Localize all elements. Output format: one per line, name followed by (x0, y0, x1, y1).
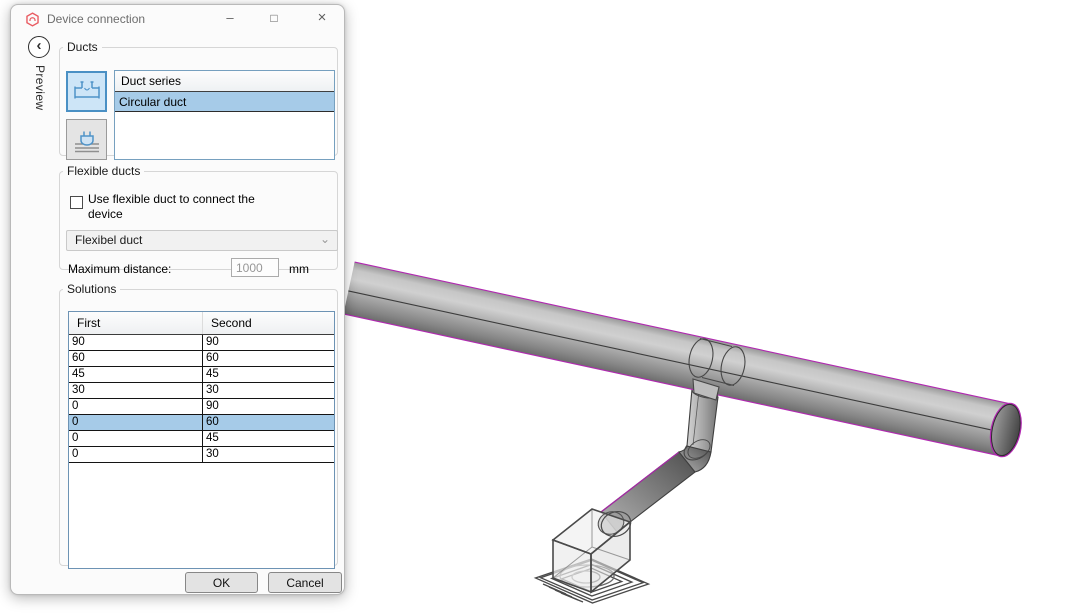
ducts-group-label: Ducts (63, 40, 102, 54)
table-row[interactable]: 9090 (69, 335, 334, 351)
duct-list-header: Duct series (115, 71, 334, 92)
application-window: Device connection – □ × ‹ Preview Ducts (0, 0, 1077, 616)
main-circular-duct[interactable] (343, 262, 1025, 459)
table-row[interactable]: 3030 (69, 383, 334, 399)
duct-series-list[interactable]: Duct series Circular duct (114, 70, 335, 160)
table-cell: 45 (203, 431, 219, 446)
back-button[interactable]: ‹ (28, 36, 50, 58)
table-row[interactable]: 030 (69, 447, 334, 463)
ok-button[interactable]: OK (185, 572, 258, 593)
flexible-ducts-group: Flexible ducts Use flexible duct to conn… (59, 164, 338, 270)
column-header-first[interactable]: First (69, 312, 203, 334)
device-plenum-box[interactable] (553, 508, 634, 592)
use-flexible-duct-checkbox[interactable] (70, 196, 83, 209)
minimize-icon[interactable]: – (219, 5, 241, 33)
tee-duct-icon (72, 77, 102, 107)
table-cell: 60 (203, 351, 219, 366)
maximum-distance-label: Maximum distance: (68, 262, 171, 276)
table-cell: 45 (203, 367, 219, 382)
table-row[interactable]: 090 (69, 399, 334, 415)
titlebar[interactable]: Device connection – □ × (11, 5, 344, 33)
table-cell: 90 (203, 399, 219, 414)
use-flexible-duct-label: Use flexible duct to connect the device (88, 192, 276, 221)
flexible-duct-type-value: Flexibel duct (75, 233, 142, 247)
table-cell: 0 (69, 447, 203, 462)
solutions-group-label: Solutions (63, 282, 120, 296)
maximum-distance-input[interactable] (231, 258, 279, 277)
solutions-group: Solutions First Second 90906060454530300… (59, 282, 338, 566)
table-cell: 0 (69, 399, 203, 414)
table-cell: 30 (69, 383, 203, 398)
table-cell: 90 (203, 335, 219, 350)
table-cell: 90 (69, 335, 203, 350)
cancel-button[interactable]: Cancel (268, 572, 342, 593)
table-cell: 0 (69, 431, 203, 446)
duct-list-item[interactable]: Circular duct (115, 92, 334, 112)
flexible-ducts-group-label: Flexible ducts (63, 164, 144, 178)
table-cell: 30 (203, 447, 219, 462)
device-connection-dialog: Device connection – □ × ‹ Preview Ducts (10, 4, 345, 595)
device-connection-icon (72, 125, 102, 155)
branch-duct[interactable] (601, 386, 719, 532)
table-row[interactable]: 4545 (69, 367, 334, 383)
close-icon[interactable]: × (311, 5, 333, 33)
app-hexagon-icon (25, 12, 40, 27)
table-row[interactable]: 060 (69, 415, 334, 431)
solutions-table-header: First Second (69, 312, 334, 335)
table-cell: 60 (203, 415, 219, 430)
table-cell: 0 (69, 415, 203, 430)
flexible-duct-type-dropdown[interactable]: Flexibel duct ⌄ (66, 230, 338, 251)
duct-series-button[interactable] (66, 71, 107, 112)
solutions-table[interactable]: First Second 909060604545303009006004503… (68, 311, 335, 569)
unit-label: mm (289, 262, 309, 276)
column-header-second[interactable]: Second (203, 312, 252, 334)
table-row[interactable]: 6060 (69, 351, 334, 367)
table-row[interactable]: 045 (69, 431, 334, 447)
table-cell: 60 (69, 351, 203, 366)
device-connection-button[interactable] (66, 119, 107, 160)
window-title: Device connection (47, 5, 145, 33)
maximize-icon[interactable]: □ (263, 5, 285, 33)
solutions-table-body: 9090606045453030090060045030 (69, 335, 334, 463)
table-cell: 45 (69, 367, 203, 382)
table-cell: 30 (203, 383, 219, 398)
preview-tab[interactable]: Preview (33, 65, 47, 110)
ducts-group: Ducts Duct series (59, 40, 338, 156)
chevron-down-icon: ⌄ (320, 230, 330, 249)
